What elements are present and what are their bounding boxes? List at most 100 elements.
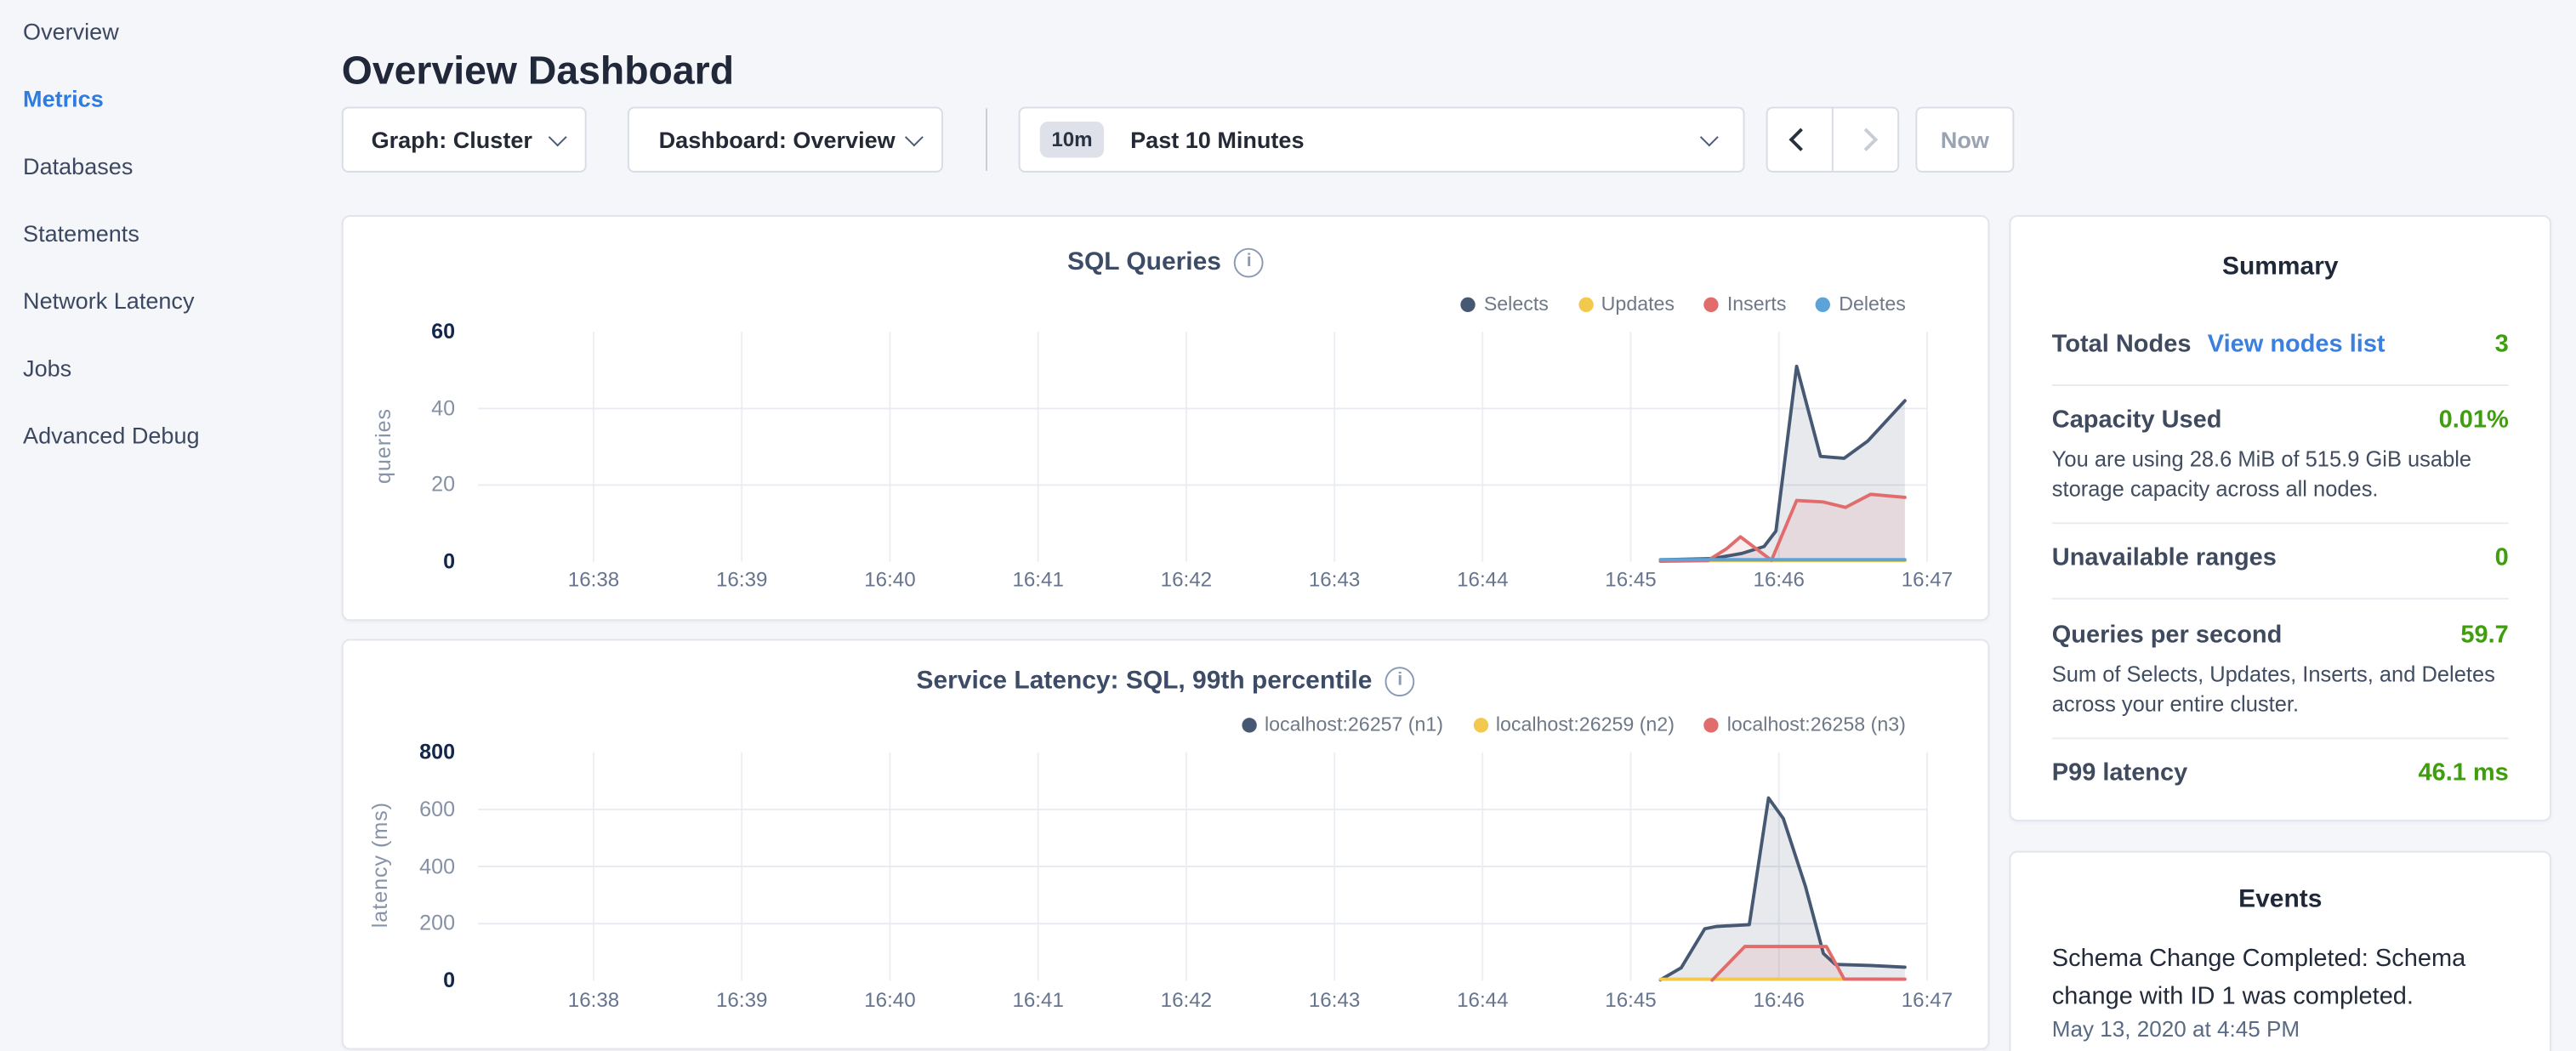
summary-label: Unavailable ranges: [2052, 543, 2277, 571]
divider: [2052, 737, 2509, 739]
events-title: Events: [2010, 885, 2550, 915]
x-tick-label: 16:45: [1582, 568, 1680, 591]
legend-item[interactable]: Updates: [1578, 293, 1675, 315]
x-tick-label: 16:38: [544, 568, 643, 591]
chart-legend: localhost:26257 (n1) localhost:26259 (n2)…: [1242, 713, 1906, 736]
x-tick-label: 16:40: [840, 989, 939, 1012]
divider: [2052, 598, 2509, 599]
x-tick-label: 16:39: [692, 989, 791, 1012]
x-tick-label: 16:44: [1433, 568, 1532, 591]
legend-item[interactable]: localhost:26259 (n2): [1473, 713, 1675, 736]
page-title: Overview Dashboard: [342, 49, 734, 95]
summary-value: 59.7: [2460, 621, 2508, 649]
x-tick-label: 16:40: [840, 568, 939, 591]
sql-queries-chart-card: SQL Queries i queries 020406016:3816:391…: [342, 215, 1990, 621]
legend-item[interactable]: Selects: [1461, 293, 1549, 315]
summary-title: Summary: [2010, 253, 2550, 282]
x-tick-label: 16:38: [544, 989, 643, 1012]
legend-swatch-icon: [1816, 297, 1830, 311]
chevron-left-icon: [1788, 128, 1811, 151]
graph-dropdown-label: Graph: Cluster: [372, 127, 532, 153]
summary-value: 0: [2495, 543, 2509, 571]
controls-divider: [986, 108, 987, 170]
legend-label: localhost:26257 (n1): [1265, 713, 1443, 736]
legend-label: Selects: [1484, 293, 1549, 315]
legend-item[interactable]: Inserts: [1704, 293, 1787, 315]
sidebar-item-network-latency[interactable]: Network Latency: [23, 286, 342, 315]
chevron-down-icon: [1700, 128, 1719, 147]
time-range-badge: 10m: [1040, 122, 1104, 157]
legend-swatch-icon: [1578, 297, 1593, 311]
legend-label: localhost:26258 (n3): [1727, 713, 1906, 736]
events-panel: Events Schema Change Completed: Schema c…: [2010, 851, 2551, 1051]
sidebar-item-databases[interactable]: Databases: [23, 151, 342, 181]
x-tick-label: 16:41: [989, 989, 1088, 1012]
y-tick-label: 800: [344, 739, 455, 764]
y-tick-label: 400: [344, 854, 455, 878]
dashboard-dropdown-label: Dashboard: Overview: [659, 127, 896, 153]
next-time-button[interactable]: [1834, 108, 1897, 170]
sidebar-item-jobs[interactable]: Jobs: [23, 353, 342, 383]
view-nodes-list-link[interactable]: View nodes list: [2208, 330, 2386, 358]
sidebar-item-metrics[interactable]: Metrics: [23, 84, 342, 114]
sidebar-item-statements[interactable]: Statements: [23, 219, 342, 248]
sidebar-item-advanced-debug[interactable]: Advanced Debug: [23, 421, 342, 451]
legend-swatch-icon: [1704, 717, 1719, 731]
summary-row-unavailable-ranges: Unavailable ranges 0: [2052, 543, 2509, 571]
x-tick-label: 16:46: [1730, 989, 1828, 1012]
summary-row-capacity-used: Capacity Used 0.01%: [2052, 406, 2509, 434]
app-root: Overview Metrics Databases Statements Ne…: [0, 0, 2576, 1051]
service-latency-chart-card: Service Latency: SQL, 99th percentile i …: [342, 639, 1990, 1049]
y-tick-label: 0: [344, 548, 455, 573]
divider: [2052, 522, 2509, 524]
x-tick-label: 16:42: [1137, 568, 1236, 591]
y-tick-label: 200: [344, 911, 455, 935]
y-tick-label: 20: [344, 472, 455, 497]
summary-value: 0.01%: [2439, 406, 2509, 434]
summary-label: P99 latency: [2052, 758, 2187, 787]
chevron-down-icon: [549, 128, 567, 147]
summary-row-total-nodes: Total Nodes View nodes list 3: [2052, 330, 2509, 358]
graph-dropdown[interactable]: Graph: Cluster: [342, 107, 587, 173]
legend-label: Deletes: [1839, 293, 1906, 315]
summary-value: 46.1 ms: [2418, 758, 2508, 787]
summary-value: 3: [2495, 330, 2509, 358]
dashboard-dropdown[interactable]: Dashboard: Overview: [628, 107, 943, 173]
sidebar: Overview Metrics Databases Statements Ne…: [0, 0, 342, 1051]
sidebar-item-overview[interactable]: Overview: [23, 16, 342, 46]
summary-label: Capacity Used: [2052, 406, 2222, 434]
legend-label: localhost:26259 (n2): [1496, 713, 1675, 736]
y-tick-label: 60: [344, 319, 455, 344]
event-timestamp: May 13, 2020 at 4:45 PM: [2052, 1017, 2509, 1042]
x-tick-label: 16:45: [1582, 989, 1680, 1012]
y-tick-label: 0: [344, 968, 455, 992]
legend-item[interactable]: Deletes: [1816, 293, 1906, 315]
legend-swatch-icon: [1461, 297, 1476, 311]
time-pager: [1766, 107, 1899, 173]
prev-time-button[interactable]: [1768, 108, 1834, 170]
legend-swatch-icon: [1242, 717, 1256, 731]
chevron-down-icon: [905, 128, 924, 147]
legend-label: Inserts: [1727, 293, 1787, 315]
x-tick-label: 16:46: [1730, 568, 1828, 591]
summary-row-p99-latency: P99 latency 46.1 ms: [2052, 758, 2509, 787]
x-tick-label: 16:44: [1433, 989, 1532, 1012]
chart-plot-area[interactable]: [344, 217, 1992, 622]
time-range-selector[interactable]: 10m Past 10 Minutes: [1019, 107, 1745, 173]
x-tick-label: 16:43: [1285, 989, 1384, 1012]
x-tick-label: 16:47: [1878, 989, 1976, 1012]
summary-caption: You are using 28.6 MiB of 515.9 GiB usab…: [2052, 446, 2509, 505]
x-tick-label: 16:47: [1878, 568, 1976, 591]
summary-caption: Sum of Selects, Updates, Inserts, and De…: [2052, 661, 2509, 720]
y-tick-label: 40: [344, 395, 455, 420]
chart-legend: Selects Updates Inserts Deletes: [1461, 293, 1906, 315]
legend-item[interactable]: localhost:26258 (n3): [1704, 713, 1906, 736]
legend-swatch-icon: [1704, 297, 1719, 311]
now-button[interactable]: Now: [1915, 107, 2014, 173]
x-tick-label: 16:41: [989, 568, 1088, 591]
legend-item[interactable]: localhost:26257 (n1): [1242, 713, 1443, 736]
legend-swatch-icon: [1473, 717, 1487, 731]
event-item[interactable]: Schema Change Completed: Schema change w…: [2052, 940, 2509, 1015]
time-range-label: Past 10 Minutes: [1130, 127, 1304, 153]
x-tick-label: 16:42: [1137, 989, 1236, 1012]
